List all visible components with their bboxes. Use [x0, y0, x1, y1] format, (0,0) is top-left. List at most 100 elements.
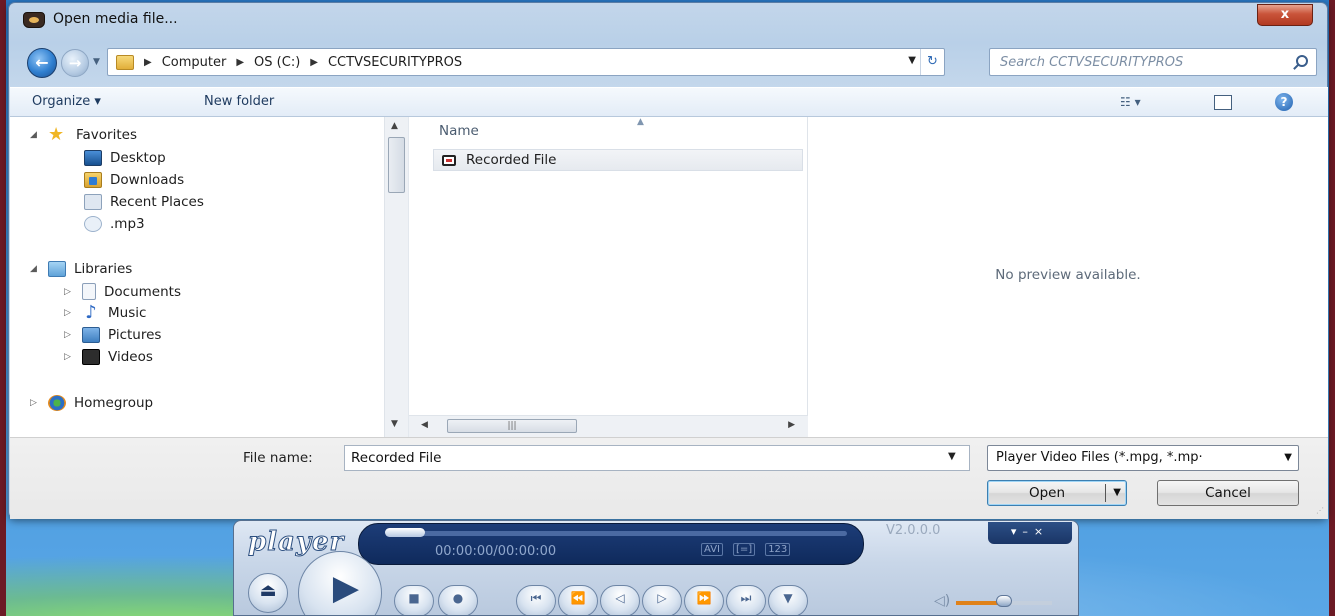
organize-button[interactable]: Organize ▾	[32, 94, 101, 109]
expand-arrow-icon[interactable]: ▷	[64, 330, 74, 340]
scroll-down-icon[interactable]: ▼	[391, 419, 398, 429]
tree-label: Documents	[104, 283, 181, 300]
aspect-badge[interactable]: [=]	[733, 543, 756, 556]
close-button[interactable]: x	[1257, 4, 1313, 26]
breadcrumb-computer[interactable]: Computer	[162, 55, 227, 71]
expand-arrow-icon[interactable]: ▷	[30, 398, 40, 408]
address-dropdown-icon[interactable]: ▼	[908, 55, 916, 66]
file-name-input[interactable]	[344, 445, 970, 471]
refresh-icon[interactable]: ↻	[920, 49, 944, 75]
rewind-button[interactable]	[558, 585, 598, 615]
address-bar[interactable]: ▶ Computer ▶ OS (C:) ▶ CCTVSECURITYPROS …	[107, 48, 945, 76]
version-label: V2.0.0.0	[886, 523, 941, 538]
skip-back-button[interactable]	[516, 585, 556, 615]
tree-libraries[interactable]: ◢ Libraries	[30, 261, 132, 277]
title-bar[interactable]: Open media file... x	[9, 3, 1327, 37]
record-button[interactable]	[438, 585, 478, 615]
nav-vertical-scrollbar[interactable]: ▲ ▼	[384, 117, 408, 437]
recent-places-icon	[84, 194, 102, 210]
avi-badge[interactable]: AVI	[701, 543, 723, 556]
file-horizontal-scrollbar[interactable]: ◀ ||| ▶	[409, 415, 809, 437]
tree-item-documents[interactable]: ▷ Documents	[64, 283, 181, 300]
scroll-left-icon[interactable]: ◀	[421, 420, 428, 430]
column-header-name[interactable]: Name	[439, 123, 479, 139]
tree-label: Homegroup	[74, 395, 154, 411]
search-icon[interactable]	[1296, 55, 1308, 67]
number-badge[interactable]: 123	[765, 543, 791, 556]
breadcrumb-separator-icon: ▶	[144, 57, 152, 68]
tree-item-desktop[interactable]: Desktop	[84, 150, 166, 166]
video-file-icon	[442, 154, 456, 166]
preview-pane-icon[interactable]	[1214, 95, 1232, 110]
tree-item-pictures[interactable]: ▷ Pictures	[64, 327, 161, 343]
stop-button[interactable]	[394, 585, 434, 615]
file-name-label: File name:	[243, 450, 313, 466]
chevron-down-icon: ▼	[1284, 452, 1292, 463]
tree-homegroup[interactable]: ▷ Homegroup	[30, 395, 153, 411]
tree-label: Downloads	[110, 172, 185, 188]
list-item[interactable]: Recorded File	[433, 149, 803, 171]
breadcrumb: ▶ Computer ▶ OS (C:) ▶ CCTVSECURITYPROS	[144, 55, 462, 71]
help-icon[interactable]: ?	[1275, 93, 1293, 111]
new-folder-button[interactable]: New folder	[204, 94, 274, 109]
expand-arrow-icon[interactable]: ▷	[64, 308, 74, 318]
scroll-up-icon[interactable]: ▲	[391, 121, 398, 131]
libraries-icon	[48, 261, 66, 277]
sort-ascending-icon: ▲	[637, 117, 644, 127]
recent-pages-chevron-icon[interactable]: ▼	[93, 57, 103, 67]
breadcrumb-separator-icon: ▶	[310, 57, 318, 68]
skip-forward-button[interactable]	[726, 585, 766, 615]
tree-item-videos[interactable]: ▷ Videos	[64, 349, 153, 365]
tree-item-downloads[interactable]: Downloads	[84, 172, 184, 188]
open-dropdown-icon[interactable]: ▼	[1113, 481, 1121, 505]
tree-label: .mp3	[110, 216, 145, 232]
cancel-button[interactable]: Cancel	[1157, 480, 1299, 506]
scroll-right-icon[interactable]: ▶	[788, 420, 795, 430]
seek-bar[interactable]	[387, 531, 847, 536]
seek-handle[interactable]	[385, 528, 425, 537]
desktop-right-border	[1329, 0, 1335, 616]
breadcrumb-current-folder[interactable]: CCTVSECURITYPROS	[328, 55, 462, 71]
scroll-thumb[interactable]	[388, 137, 405, 193]
file-name-dropdown-icon[interactable]: ▼	[948, 451, 956, 462]
player-window-controls[interactable]: ▾–×	[988, 522, 1072, 544]
content-panes: ◢ ★ Favorites Desktop Downloads Recent P…	[10, 117, 1328, 437]
collapse-arrow-icon[interactable]: ◢	[30, 264, 40, 274]
scroll-thumb[interactable]: |||	[447, 419, 577, 433]
tree-label: Pictures	[108, 327, 162, 343]
documents-icon	[82, 283, 96, 300]
tree-item-mp3[interactable]: .mp3	[84, 216, 145, 232]
fast-forward-button[interactable]	[684, 585, 724, 615]
speaker-icon[interactable]: ◁)	[934, 593, 950, 609]
open-button[interactable]: Open ▼	[987, 480, 1127, 506]
eject-button[interactable]	[248, 573, 288, 613]
back-button[interactable]: ←	[27, 48, 57, 78]
file-type-select[interactable]: Player Video Files (*.mpg, *.mp· ▼	[987, 445, 1299, 471]
tree-item-recent-places[interactable]: Recent Places	[84, 194, 204, 210]
format-badges: AVI [=] 123	[701, 543, 791, 556]
expand-arrow-icon[interactable]: ▷	[64, 287, 74, 297]
menu-button[interactable]	[768, 585, 808, 615]
tree-label: Music	[108, 305, 147, 321]
volume-handle[interactable]	[996, 595, 1012, 607]
split-divider	[1105, 484, 1106, 502]
forward-button[interactable]: →	[61, 49, 89, 77]
collapse-arrow-icon[interactable]: ◢	[30, 130, 40, 140]
file-type-value: Player Video Files (*.mpg, *.mp·	[996, 450, 1203, 465]
breadcrumb-os-drive[interactable]: OS (C:)	[254, 55, 300, 71]
tree-item-music[interactable]: ▷ ♪ Music	[64, 302, 147, 323]
folder-icon	[116, 55, 134, 70]
search-input[interactable]	[990, 49, 1280, 75]
search-folder-icon	[84, 216, 102, 232]
downloads-folder-icon	[84, 172, 102, 188]
tree-favorites[interactable]: ◢ ★ Favorites	[30, 126, 137, 144]
change-view-icon[interactable]: ☷ ▾	[1120, 95, 1141, 109]
step-forward-button[interactable]	[642, 585, 682, 615]
resize-grip-icon[interactable]: ⋰	[1316, 506, 1324, 515]
step-back-button[interactable]	[600, 585, 640, 615]
tree-label: Libraries	[74, 261, 133, 277]
music-note-icon: ♪	[85, 302, 97, 323]
expand-arrow-icon[interactable]: ▷	[64, 352, 74, 362]
search-box	[989, 48, 1317, 76]
navigation-pane: ◢ ★ Favorites Desktop Downloads Recent P…	[10, 117, 408, 437]
